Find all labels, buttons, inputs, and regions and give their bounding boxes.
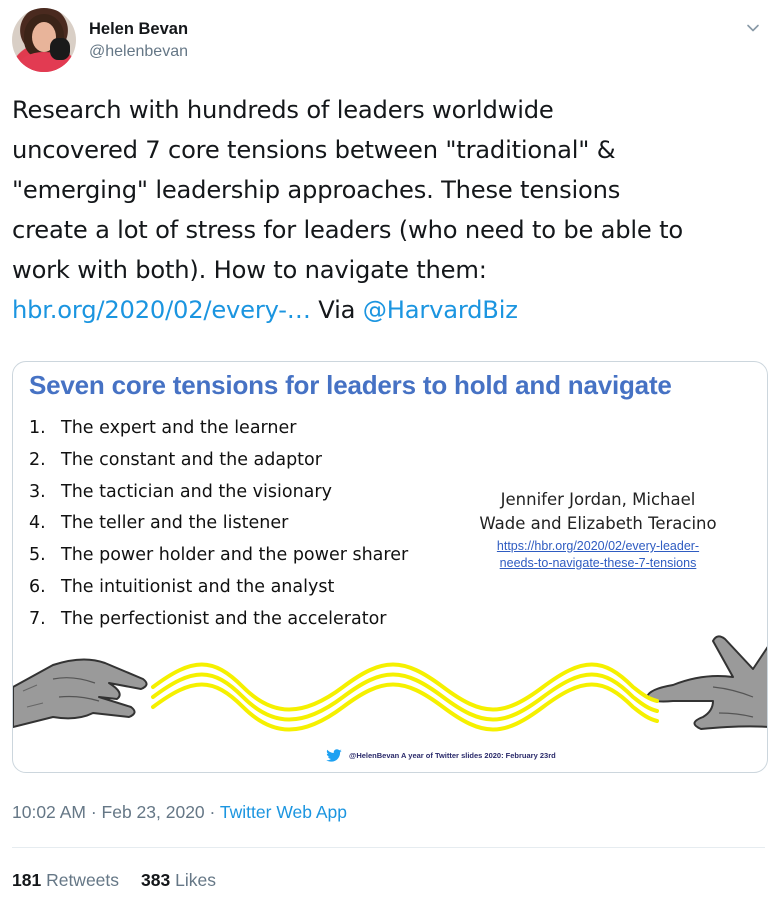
tweet-line: uncovered 7 core tensions between "tradi… <box>12 136 616 164</box>
list-item: 4. The teller and the listener <box>29 513 289 534</box>
slide-title: Seven core tensions for leaders to hold … <box>29 370 672 400</box>
list-item: 6. The intuitionist and the analyst <box>29 576 335 597</box>
slide-link: https://hbr.org/2020/02/every-leader- ne… <box>496 539 700 570</box>
via-text: Via <box>318 296 356 324</box>
tweet-date[interactable]: Feb 23, 2020 <box>102 802 205 822</box>
tweet-stats: 181 Retweets 383 Likes <box>12 870 216 891</box>
tension-list: 1. The expert and the learner 2. The const… <box>29 414 408 637</box>
chevron-down-icon[interactable] <box>745 20 761 36</box>
wave-icon <box>151 662 659 732</box>
tweet-line: work with both). How to navigate them: <box>12 256 487 284</box>
mention-link[interactable]: @HarvardBiz <box>363 296 518 324</box>
slide-credit: @HelenBevan A year of Twitter slides 202… <box>325 749 556 763</box>
tweet-header: Helen Bevan @helenbevan <box>12 8 765 76</box>
left-hand-icon <box>13 658 148 728</box>
tweet-meta: 10:02 AM · Feb 23, 2020 · Twitter Web Ap… <box>12 802 347 823</box>
tweet-image[interactable]: Seven core tensions for leaders to hold … <box>12 361 768 773</box>
separator: · <box>90 802 97 822</box>
tweet-source[interactable]: Twitter Web App <box>220 802 347 822</box>
divider <box>12 847 765 848</box>
article-link[interactable]: hbr.org/2020/02/every-… <box>12 296 311 324</box>
tweet-line: Research with hundreds of leaders worldw… <box>12 96 554 124</box>
handle[interactable]: @helenbevan <box>89 43 188 61</box>
hands-and-wave-illustration <box>13 635 767 732</box>
list-item: 3. The tactician and the visionary <box>29 481 332 502</box>
list-item: 2. The constant and the adaptor <box>29 449 322 470</box>
twitter-bird-icon <box>326 749 342 762</box>
slide-authors: Jennifer Jordan, Michael Wade and Elizab… <box>479 490 717 533</box>
likes-stat[interactable]: 383 Likes <box>141 870 216 890</box>
tweet-text: Research with hundreds of leaders worldw… <box>12 90 772 330</box>
separator: · <box>209 802 216 822</box>
tweet-line: "emerging" leadership approaches. These … <box>12 176 621 204</box>
display-name[interactable]: Helen Bevan <box>89 20 188 39</box>
tweet-line: create a lot of stress for leaders (who … <box>12 216 683 244</box>
tweet-line-links: hbr.org/2020/02/every-… Via @HarvardBiz <box>12 290 772 330</box>
avatar[interactable] <box>12 8 76 72</box>
list-item: 1. The expert and the learner <box>29 418 297 438</box>
retweets-stat[interactable]: 181 Retweets <box>12 870 119 890</box>
tweet-time[interactable]: 10:02 AM <box>12 802 86 822</box>
list-item: 5. The power holder and the power sharer <box>29 545 409 566</box>
right-hand-icon <box>646 635 767 730</box>
